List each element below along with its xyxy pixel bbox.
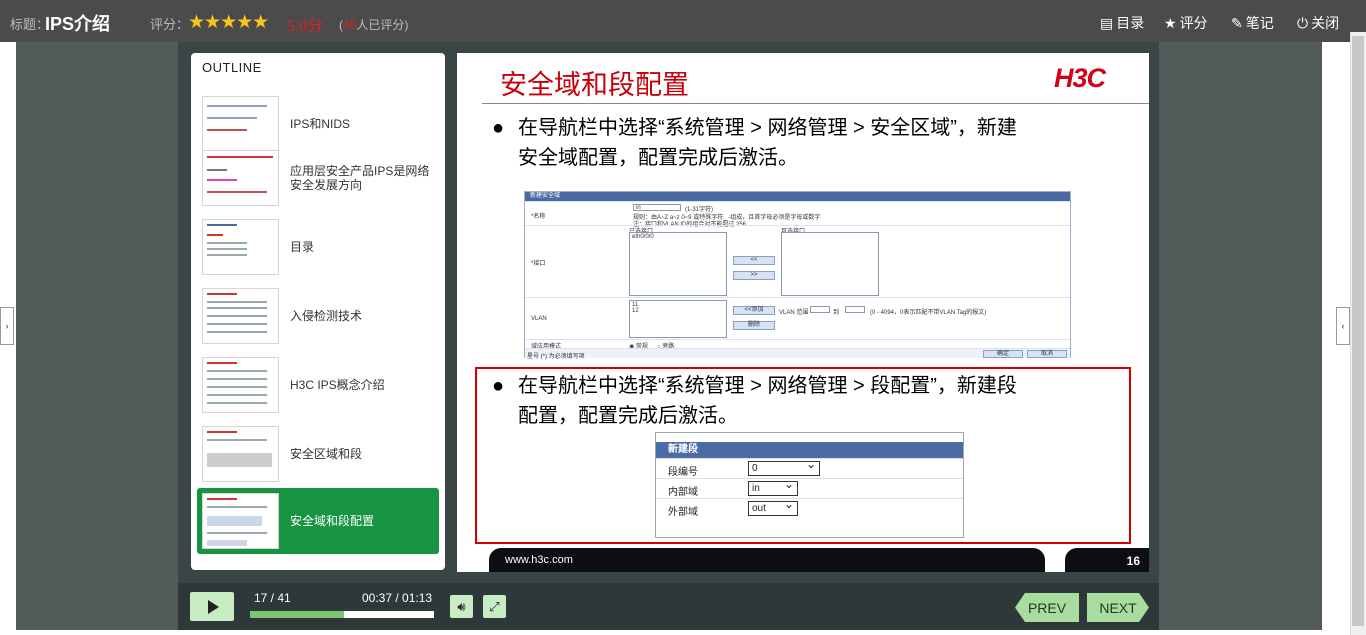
next-button[interactable]: NEXT (1087, 593, 1149, 622)
rate-button[interactable]: ★ 评分 (1164, 13, 1208, 33)
pencil-icon: ✎ (1231, 15, 1243, 31)
footer-row: 星号 (*) 为必须填写项 确定 取消 (525, 348, 1070, 360)
catalog-button[interactable]: ▤ 目录 (1100, 13, 1144, 33)
volume-icon: 🔊︎ (457, 598, 466, 614)
rating-count: (45人已评分) (339, 18, 409, 32)
star-icon: ★ (1164, 15, 1177, 31)
interface-row: 已选接口 可选接口 *接口 eth0/0/0 << >> (525, 225, 1070, 297)
outline-item[interactable]: 应用层安全产品IPS是网络安全发展方向 (197, 145, 439, 211)
slide-content: 安全域和段配置 H3C ● 在导航栏中选择“系统管理 > 网络管理 > 安全区域… (457, 53, 1149, 572)
course-title: IPS介绍 (45, 14, 111, 34)
vlan-add-button[interactable]: <<添加 (733, 306, 775, 315)
segment-screenshot: 新建段 段编号0 内部域in 外部域out (655, 432, 964, 538)
time-display: 00:37 / 01:13 (362, 591, 433, 605)
slide-thumbnail (202, 493, 279, 549)
slide-number-box: 16 (1065, 548, 1149, 572)
bullet-1: ● 在导航栏中选择“系统管理 > 网络管理 > 安全区域”，新建 安全域配置，配… (492, 117, 1017, 169)
chevron-left-icon: ‹ (1341, 321, 1345, 331)
notes-button[interactable]: ✎ 笔记 (1231, 13, 1274, 33)
name-row: *名称 in (1-31字符) 规则：由A~Z a~z 0~9 或特殊字符_ -… (525, 201, 1070, 228)
page-scrollbar-thumb[interactable] (1352, 36, 1364, 626)
control-bar (178, 583, 1159, 630)
top-bar: 标题： IPS介绍 评分： ★★★★★ 5.0分 (45人已评分) ▤ 目录 ★ 评… (0, 0, 1366, 42)
mode-row: 域应用模式 ◉ 常规 ○ 旁路 (525, 339, 1070, 350)
move-right-button[interactable]: >> (733, 271, 775, 280)
chevron-right-icon: › (5, 321, 9, 331)
slide-number: 16 (1126, 554, 1140, 568)
h3c-logo: H3C (1054, 63, 1106, 93)
title-divider (482, 103, 1149, 104)
left-expand-tab[interactable]: › (0, 307, 14, 345)
rating-score: 5.0分 (287, 18, 324, 35)
segment-id-row: 段编号 0 (656, 458, 963, 478)
external-zone-row: 外部域 out (656, 498, 963, 518)
bullet-2: ● 在导航栏中选择“系统管理 > 网络管理 > 段配置”，新建段 配置，配置完成… (492, 375, 1017, 427)
rating-stars: ★★★★★ (188, 12, 269, 33)
outline-item[interactable]: 目录 (197, 214, 439, 280)
vlan-delete-button[interactable]: 删除 (733, 321, 775, 330)
close-button[interactable]: ⏻ 关闭 (1297, 13, 1339, 33)
slide-thumbnail (202, 219, 279, 275)
outline-heading: OUTLINE (202, 60, 262, 75)
internal-zone-select[interactable]: in (748, 478, 798, 496)
vlan-row: VLAN 11 12 <<添加 VLAN 范围 到 (0 - 4094，0表示匹… (525, 297, 1070, 339)
prev-button[interactable]: PREV (1015, 593, 1079, 622)
security-zone-screenshot: 新建安全域 *名称 in (1-31字符) 规则：由A~Z a~z 0~9 或特… (524, 191, 1071, 360)
internal-zone-row: 内部域 in (656, 478, 963, 498)
right-expand-tab[interactable]: ‹ (1336, 307, 1350, 345)
slide-thumbnail (202, 357, 279, 413)
cancel-button[interactable]: 取消 (1027, 350, 1067, 358)
progress-bar[interactable] (250, 611, 434, 618)
slide-footer: www.h3c.com (489, 548, 1045, 572)
progress-fill (250, 611, 344, 618)
footer-url: www.h3c.com (505, 554, 573, 566)
outline-item[interactable]: H3C IPS概念介绍 (197, 352, 439, 418)
rating-label: 评分： (150, 17, 190, 32)
outline-item-active[interactable]: 安全域和段配置 (197, 488, 439, 554)
external-zone-select[interactable]: out (748, 498, 798, 516)
power-icon: ⏻ (1297, 15, 1309, 31)
outline-panel: OUTLINE IPS和NIDS 应用层安全产品IPS是网络安全发展方向 目录 … (191, 53, 445, 570)
segment-id-select[interactable]: 0 (748, 458, 820, 476)
slide-title: 安全域和段配置 (500, 70, 689, 100)
fullscreen-icon: ⤢ (489, 598, 500, 614)
fullscreen-button[interactable]: ⤢ (483, 595, 506, 618)
list-icon: ▤ (1100, 15, 1114, 31)
slide-thumbnail (202, 96, 279, 152)
ok-button[interactable]: 确定 (983, 350, 1023, 358)
move-left-button[interactable]: << (733, 256, 775, 265)
title-label: 标题： (10, 17, 50, 32)
outline-item[interactable]: 入侵检测技术 (197, 283, 439, 349)
outline-item[interactable]: 安全区域和段 (197, 421, 439, 487)
slide-counter: 17 / 41 (254, 591, 291, 605)
slide-thumbnail (202, 426, 279, 482)
slide-thumbnail (202, 288, 279, 344)
play-button[interactable] (190, 592, 234, 621)
volume-button[interactable]: 🔊︎ (450, 595, 473, 618)
slide-thumbnail (202, 150, 279, 206)
